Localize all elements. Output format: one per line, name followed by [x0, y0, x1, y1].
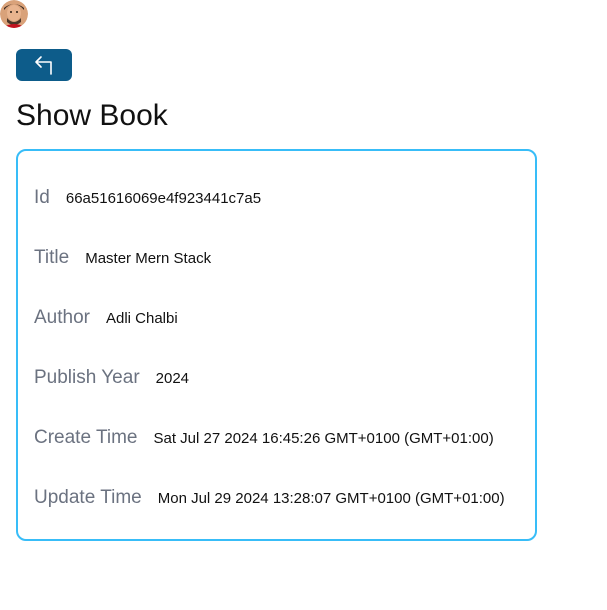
field-value: Mon Jul 29 2024 13:28:07 GMT+0100 (GMT+0… — [157, 490, 505, 507]
field-id: Id 66a51616069e4f923441c7a5 — [34, 187, 261, 209]
field-publish-year: Publish Year 2024 — [34, 367, 189, 389]
field-label: Title — [34, 247, 70, 268]
field-create-time: Create Time Sat Jul 27 2024 16:45:26 GMT… — [34, 427, 494, 449]
field-label: Id — [34, 187, 50, 208]
arrow-back-icon — [35, 56, 52, 75]
user-avatar-icon[interactable] — [0, 0, 28, 28]
field-value: 2024 — [155, 370, 190, 387]
field-value: 66a51616069e4f923441c7a5 — [65, 190, 262, 207]
field-label: Create Time — [34, 427, 138, 448]
field-value: Master Mern Stack — [85, 250, 212, 267]
field-label: Update Time — [34, 487, 142, 508]
field-value: Adli Chalbi — [105, 310, 178, 327]
field-author: Author Adli Chalbi — [34, 307, 178, 329]
back-button[interactable] — [16, 49, 72, 81]
field-update-time: Update Time Mon Jul 29 2024 13:28:07 GMT… — [34, 487, 505, 509]
book-details-card: Id 66a51616069e4f923441c7a5 Title Master… — [16, 149, 537, 541]
field-label: Author — [34, 307, 90, 328]
field-title: Title Master Mern Stack — [34, 247, 211, 269]
page-title: Show Book — [16, 99, 168, 132]
field-value: Sat Jul 27 2024 16:45:26 GMT+0100 (GMT+0… — [153, 430, 494, 447]
field-label: Publish Year — [34, 367, 140, 388]
